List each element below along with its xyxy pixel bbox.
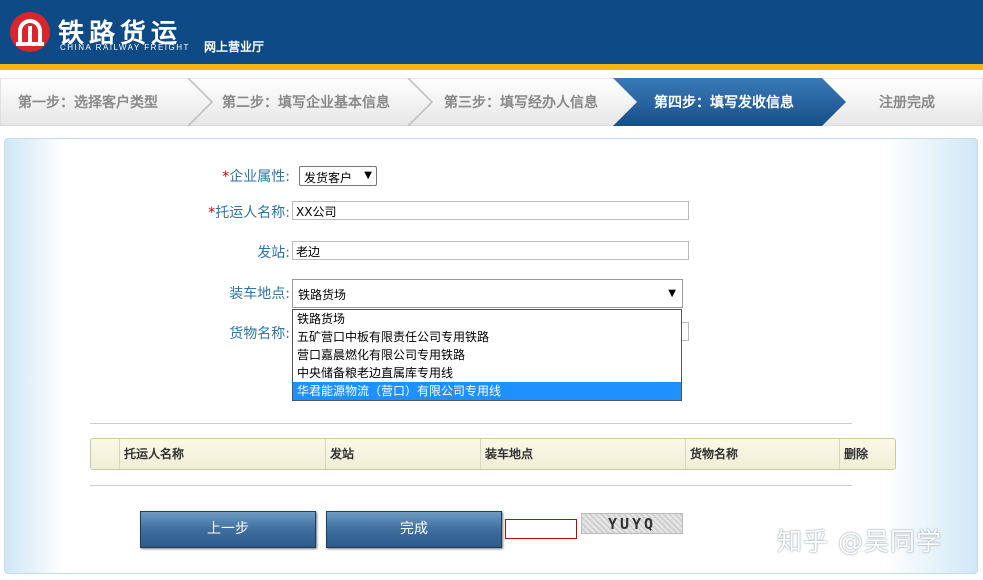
loading-location-label: 装车地点: [229, 286, 290, 302]
step-1-select-customer-type: 第一步：选择客户类型 [18, 95, 158, 111]
captcha-input[interactable] [505, 519, 577, 539]
column-header-delete: 删除 [839, 439, 895, 469]
chevron-down-icon: ▼ [668, 288, 676, 299]
header-stripe [0, 64, 983, 70]
dropdown-option[interactable]: 五矿营口中板有限责任公司专用铁路 [293, 328, 681, 346]
dropdown-option-highlighted[interactable]: 华君能源物流（营口）有限公司专用线 [293, 382, 681, 400]
loading-location-select[interactable]: 铁路货场 ▼ [292, 279, 683, 308]
column-header-goods: 货物名称 [685, 439, 839, 469]
column-header-loading-location: 装车地点 [480, 439, 685, 469]
divider [90, 485, 852, 486]
enterprise-attr-select[interactable]: 发货客户 ▼ [299, 166, 377, 186]
brand-name-english: CHINA RAILWAY FREIGHT [60, 43, 190, 52]
dropdown-option[interactable]: 中央储备粮老边直属库专用线 [293, 364, 681, 382]
watermark: 知乎 @吴同学 [777, 527, 942, 556]
captcha-image[interactable]: YUYQ [581, 513, 683, 534]
prev-step-button[interactable]: 上一步 [140, 511, 316, 548]
registration-steps: 第一步：选择客户类型 第二步：填写企业基本信息 第三步：填写经办人信息 第四步：… [0, 78, 983, 126]
china-railway-logo-icon [10, 12, 50, 52]
chevron-down-icon: ▼ [364, 170, 372, 181]
dropdown-option[interactable]: 铁路货场 [293, 310, 681, 328]
goods-name-label: 货物名称: [229, 326, 290, 342]
shipper-name-input[interactable]: XX公司 [292, 201, 689, 220]
shipper-name-label: *托运人名称: [208, 205, 290, 221]
receiving-info-table-header: 托运人名称 发站 装车地点 货物名称 删除 [90, 438, 896, 470]
dropdown-option[interactable]: 营口嘉晨燃化有限公司专用铁路 [293, 346, 681, 364]
origin-station-label: 发站: [257, 245, 290, 261]
enterprise-attr-label: *企业属性: [222, 169, 290, 185]
finish-button[interactable]: 完成 [326, 511, 502, 548]
column-header-shipper: 托运人名称 [119, 439, 325, 469]
step-5-registration-complete: 注册完成 [879, 95, 935, 111]
column-header-origin: 发站 [325, 439, 480, 469]
step-4-shipping-info: 第四步：填写发收信息 [654, 95, 794, 111]
step-2-enterprise-info: 第二步：填写企业基本信息 [222, 95, 390, 111]
site-header: 铁路货运 CHINA RAILWAY FREIGHT 网上营业厅 [0, 0, 983, 64]
divider [90, 423, 852, 424]
origin-station-input[interactable]: 老边 [292, 241, 689, 260]
step-3-agent-info: 第三步：填写经办人信息 [444, 95, 598, 111]
loading-location-dropdown: 铁路货场 五矿营口中板有限责任公司专用铁路 营口嘉晨燃化有限公司专用铁路 中央储… [292, 309, 682, 401]
site-subtitle: 网上营业厅 [204, 40, 265, 54]
